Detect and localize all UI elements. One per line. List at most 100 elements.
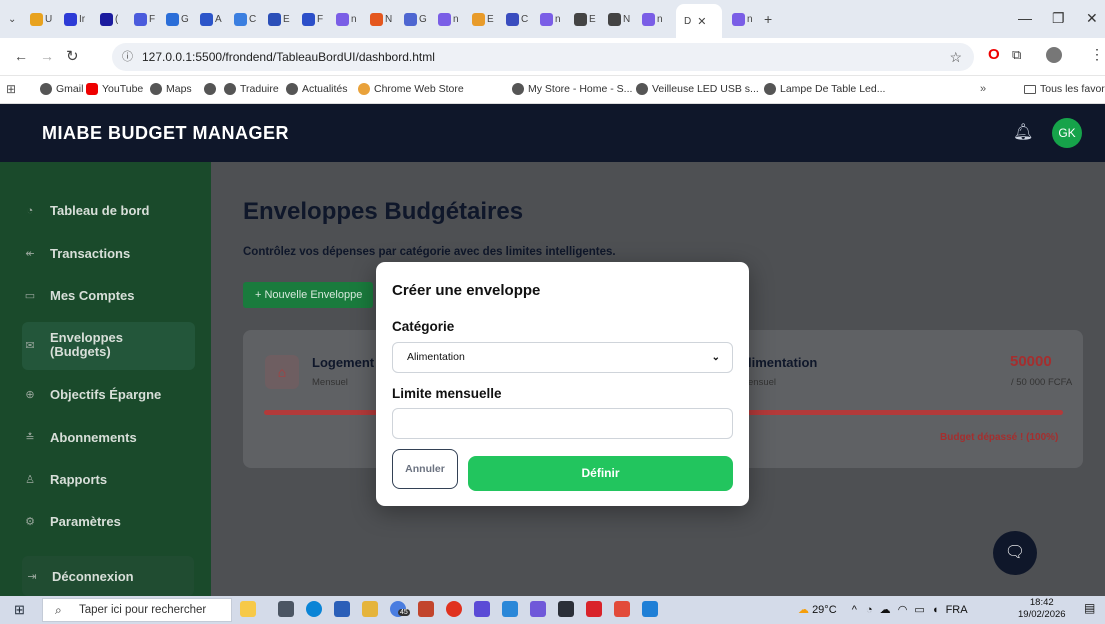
new-tab-icon[interactable]: + (764, 8, 772, 30)
tab-list-button[interactable]: ⌄ (8, 8, 16, 30)
restore-icon[interactable]: ❐ (1052, 10, 1065, 27)
app-icon[interactable] (502, 601, 518, 617)
apps-grid-icon[interactable]: ⊞ (6, 82, 16, 96)
browser-tab[interactable]: E (268, 8, 290, 30)
taskbar-search[interactable]: ⌕ Taper ici pour rechercher (42, 598, 232, 622)
category-select[interactable]: Alimentation ⌄ (392, 342, 733, 373)
sidebar-item-reports[interactable]: ♙ Rapports (24, 472, 194, 487)
volume-icon[interactable]: ◖ (932, 604, 939, 616)
network-icon[interactable]: ◔ (866, 604, 873, 616)
tab-favicon-icon (370, 12, 383, 26)
chat-button[interactable]: 🗨︎ (993, 531, 1037, 575)
new-envelope-button[interactable]: + Nouvelle Enveloppe (243, 282, 373, 308)
forward-icon[interactable]: → (40, 48, 54, 64)
close-tab-icon[interactable]: ✕ (697, 15, 706, 28)
task-view-icon[interactable] (278, 601, 294, 617)
extensions-icon[interactable]: ⧉ (1012, 47, 1021, 63)
bookmark-item[interactable] (204, 83, 216, 95)
browser-tab[interactable]: C (234, 8, 256, 30)
browser-tab[interactable]: Ir (64, 8, 85, 30)
bookmark-item[interactable]: Actualités (286, 83, 348, 95)
browser-tab[interactable]: F (134, 8, 155, 30)
app-icon[interactable] (474, 601, 490, 617)
cloud-icon[interactable]: ☁ (880, 604, 891, 616)
bookmark-item[interactable]: My Store - Home - S... (512, 83, 632, 95)
bookmark-item[interactable]: Chrome Web Store (358, 83, 464, 95)
weather-icon: ☁ (798, 604, 809, 616)
powerpoint-icon[interactable] (418, 601, 434, 617)
profile-icon[interactable] (1046, 47, 1062, 63)
globe-icon (204, 83, 216, 95)
browser-tab[interactable]: n (438, 8, 459, 30)
reload-icon[interactable]: ↻ (66, 47, 79, 65)
report-icon: ♙ (25, 474, 35, 486)
bookmark-item[interactable]: Lampe De Table Led... (764, 83, 885, 95)
vscode-icon[interactable] (642, 601, 658, 617)
sidebar-item-accounts[interactable]: ▭ Mes Comptes (24, 288, 194, 303)
browser-tab[interactable]: F (302, 8, 323, 30)
windows-start-icon[interactable]: ⊞ (14, 602, 25, 618)
browser-tab[interactable]: ( (100, 8, 118, 30)
monthly-limit-input[interactable] (392, 408, 733, 439)
avatar[interactable]: GK (1052, 118, 1082, 148)
info-icon[interactable]: ⓘ (122, 43, 133, 71)
sidebar-item-subscriptions[interactable]: ≛ Abonnements (24, 430, 194, 445)
clock[interactable]: 18:42 19/02/2026 (1018, 597, 1066, 621)
browser-tab[interactable]: n (336, 8, 357, 30)
bookmark-item[interactable]: Veilleuse LED USB s... (636, 83, 759, 95)
bookmark-item[interactable]: YouTube (86, 83, 143, 95)
browser-tab[interactable]: N (608, 8, 630, 30)
sidebar-item-savings[interactable]: ⊕ Objectifs Épargne (24, 387, 194, 402)
bookmark-star-icon[interactable]: ☆ (949, 43, 962, 71)
status-badge: Budget dépassé ! (100%) (940, 432, 1059, 443)
edge-icon[interactable] (306, 601, 322, 617)
word-icon[interactable] (334, 601, 350, 617)
back-icon[interactable]: ← (14, 48, 28, 64)
browser-tab[interactable]: N (370, 8, 392, 30)
wifi-icon[interactable]: ◠ (898, 604, 908, 616)
notification-center-icon[interactable]: ▤ (1084, 601, 1095, 615)
close-window-icon[interactable]: ✕ (1086, 10, 1098, 27)
browser-tab[interactable]: n (540, 8, 561, 30)
app-icon[interactable] (614, 601, 630, 617)
browser-tab-active[interactable]: D ✕ (676, 4, 722, 38)
all-bookmarks[interactable]: Tous les favoris (1024, 83, 1105, 95)
copilot-icon[interactable] (240, 601, 256, 617)
app-icon[interactable] (530, 601, 546, 617)
terminal-icon[interactable] (558, 601, 574, 617)
sidebar-item-envelopes[interactable]: ✉ Enveloppes (Budgets) (24, 331, 194, 359)
browser-tab[interactable]: E (574, 8, 596, 30)
browser-tab[interactable]: n (732, 8, 753, 30)
sidebar-item-transactions[interactable]: ↞ Transactions (24, 246, 194, 261)
browser-tab[interactable]: U (30, 8, 52, 30)
bookmark-item[interactable]: Maps (150, 83, 192, 95)
tab-favicon-icon (100, 12, 113, 26)
browser-tab[interactable]: G (166, 8, 189, 30)
minimize-icon[interactable]: — (1018, 10, 1032, 26)
wps-icon[interactable] (586, 601, 602, 617)
cancel-button[interactable]: Annuler (392, 449, 458, 489)
bookmark-item[interactable]: Traduire (224, 83, 279, 95)
menu-icon[interactable]: ⋮ (1090, 46, 1104, 63)
browser-tab[interactable]: G (404, 8, 427, 30)
more-bookmarks-icon[interactable]: » (980, 83, 986, 95)
opera-icon[interactable]: O (988, 46, 1000, 63)
browser-tab[interactable]: A (200, 8, 222, 30)
browser-tab[interactable]: n (642, 8, 663, 30)
sidebar-item-settings[interactable]: ⚙ Paramètres (24, 514, 194, 529)
browser-tab[interactable]: E (472, 8, 494, 30)
tab-favicon-icon (404, 12, 417, 26)
language-indicator[interactable]: FRA (946, 604, 968, 616)
battery-icon[interactable]: ▭ (914, 604, 924, 616)
opera-taskbar-icon[interactable] (446, 601, 462, 617)
url-field[interactable]: ⓘ 127.0.0.1:5500/frondend/TableauBordUI/… (112, 43, 974, 71)
tab-favicon-icon (540, 12, 553, 26)
file-explorer-icon[interactable] (362, 601, 378, 617)
confirm-button[interactable]: Définir (468, 456, 733, 491)
tray-chevron-icon[interactable]: ^ (852, 604, 857, 616)
bell-icon[interactable]: 🔔︎ (1013, 122, 1033, 142)
sidebar-item-dashboard[interactable]: ◔ Tableau de bord (24, 203, 194, 218)
logout-button[interactable]: ⇥ Déconnexion (22, 556, 194, 596)
bookmark-item[interactable]: Gmail (40, 83, 83, 95)
browser-tab[interactable]: C (506, 8, 528, 30)
